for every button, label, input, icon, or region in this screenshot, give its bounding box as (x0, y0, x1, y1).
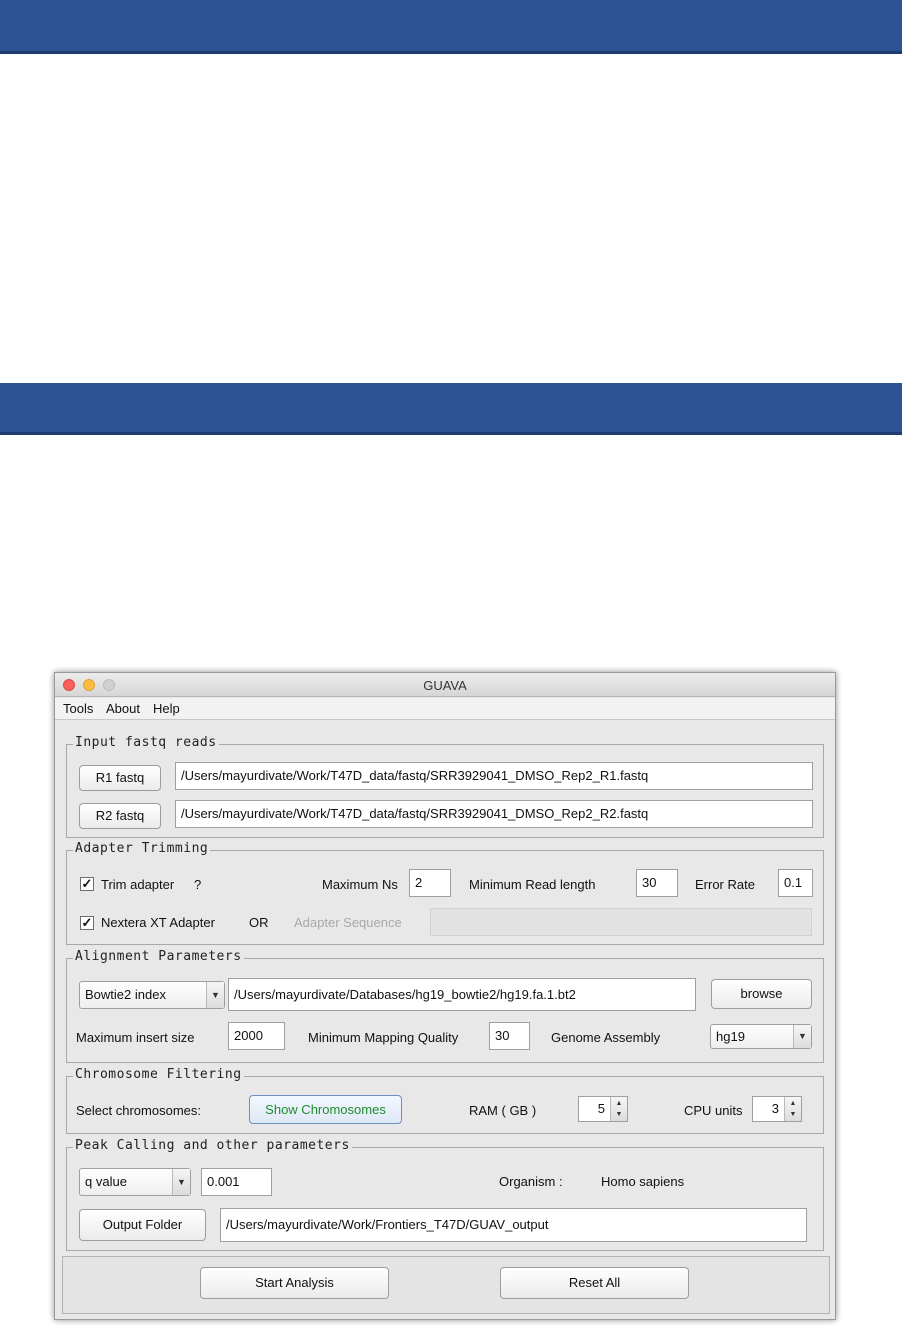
r1-fastq-button[interactable]: R1 fastq (79, 765, 161, 791)
adapter-sequence-field[interactable] (430, 908, 812, 936)
adapter-sequence-label: Adapter Sequence (294, 915, 402, 930)
peak-calling-legend: Peak Calling and other parameters (73, 1138, 352, 1153)
index-path-field[interactable]: /Users/mayurdivate/Databases/hg19_bowtie… (228, 978, 696, 1011)
r1-fastq-path-field[interactable]: /Users/mayurdivate/Work/T47D_data/fastq/… (175, 762, 813, 790)
reset-all-button[interactable]: Reset All (500, 1267, 689, 1299)
spinner-arrows-icon[interactable]: ▲ ▼ (784, 1097, 801, 1121)
min-read-length-field[interactable]: 30 (636, 869, 678, 897)
ram-spinner[interactable]: 5 ▲ ▼ (578, 1096, 628, 1122)
header-band (0, 0, 902, 54)
nextera-checkbox[interactable]: ✓ (80, 916, 94, 930)
index-type-value: Bowtie2 index (85, 987, 166, 1002)
chromosome-filtering-group: Chromosome Filtering Select chromosomes:… (66, 1067, 824, 1134)
max-ns-field[interactable]: 2 (409, 869, 451, 897)
cpu-units-value: 3 (771, 1101, 779, 1116)
min-read-length-label: Minimum Read length (469, 877, 596, 892)
action-panel: Start Analysis Reset All (62, 1256, 830, 1314)
chevron-down-icon: ▼ (793, 1025, 811, 1048)
genome-assembly-value: hg19 (716, 1029, 745, 1044)
input-fastq-group: Input fastq reads R1 fastq /Users/mayurd… (66, 735, 824, 838)
browse-button[interactable]: browse (711, 979, 812, 1009)
trim-adapter-checkbox[interactable]: ✓ (80, 877, 94, 891)
input-fastq-legend: Input fastq reads (73, 735, 219, 750)
adapter-trimming-legend: Adapter Trimming (73, 841, 211, 856)
organism-label: Organism : (499, 1174, 563, 1189)
select-chromosomes-label: Select chromosomes: (76, 1103, 201, 1118)
output-folder-path-field[interactable]: /Users/mayurdivate/Work/Frontiers_T47D/G… (220, 1208, 807, 1242)
min-mapping-quality-label: Minimum Mapping Quality (308, 1030, 459, 1045)
r2-fastq-path-field[interactable]: /Users/mayurdivate/Work/T47D_data/fastq/… (175, 800, 813, 828)
adapter-trimming-group: Adapter Trimming ✓ Trim adapter ? Maximu… (66, 841, 824, 945)
genome-assembly-select[interactable]: hg19 ▼ (710, 1024, 812, 1049)
chromosome-filtering-legend: Chromosome Filtering (73, 1067, 244, 1082)
guava-window: GUAVA Tools About Help Input fastq reads… (54, 672, 836, 1320)
menu-help[interactable]: Help (153, 701, 180, 716)
show-chromosomes-button[interactable]: Show Chromosomes (249, 1095, 402, 1124)
index-type-select[interactable]: Bowtie2 index ▼ (79, 981, 225, 1009)
chevron-down-icon: ▼ (172, 1169, 190, 1195)
window-title: GUAVA (423, 678, 467, 693)
ram-label: RAM ( GB ) (469, 1103, 537, 1118)
min-mapping-quality-field[interactable]: 30 (489, 1022, 530, 1050)
error-rate-label: Error Rate (695, 877, 755, 892)
menu-about[interactable]: About (106, 701, 140, 716)
menu-bar: Tools About Help (55, 698, 835, 720)
max-insert-size-field[interactable]: 2000 (228, 1022, 285, 1050)
organism-value: Homo sapiens (601, 1174, 685, 1189)
cutoff-value-field[interactable]: 0.001 (201, 1168, 272, 1196)
spinner-arrows-icon[interactable]: ▲ ▼ (610, 1097, 627, 1121)
alignment-parameters-group: Alignment Parameters Bowtie2 index ▼ /Us… (66, 949, 824, 1063)
start-analysis-button[interactable]: Start Analysis (200, 1267, 389, 1299)
max-ns-label: Maximum Ns (322, 877, 398, 892)
error-rate-field[interactable]: 0.1 (778, 869, 813, 897)
title-bar: GUAVA (55, 673, 835, 697)
nextera-label: Nextera XT Adapter (101, 915, 215, 930)
trim-adapter-label: Trim adapter (101, 877, 175, 892)
menu-tools[interactable]: Tools (63, 701, 93, 716)
cutoff-type-select[interactable]: q value ▼ (79, 1168, 191, 1196)
peak-calling-group: Peak Calling and other parameters q valu… (66, 1138, 824, 1251)
or-label: OR (249, 915, 269, 930)
r2-fastq-button[interactable]: R2 fastq (79, 803, 161, 829)
ram-value: 5 (597, 1101, 605, 1116)
cpu-units-label: CPU units (684, 1103, 743, 1118)
trim-adapter-help-icon[interactable]: ? (194, 877, 201, 892)
cpu-units-spinner[interactable]: 3 ▲ ▼ (752, 1096, 802, 1122)
max-insert-size-label: Maximum insert size (76, 1030, 195, 1045)
chevron-down-icon: ▼ (206, 982, 224, 1008)
cutoff-type-value: q value (85, 1174, 127, 1189)
section-band (0, 383, 902, 435)
genome-assembly-label: Genome Assembly (551, 1030, 661, 1045)
output-folder-button[interactable]: Output Folder (79, 1209, 206, 1241)
alignment-parameters-legend: Alignment Parameters (73, 949, 244, 964)
